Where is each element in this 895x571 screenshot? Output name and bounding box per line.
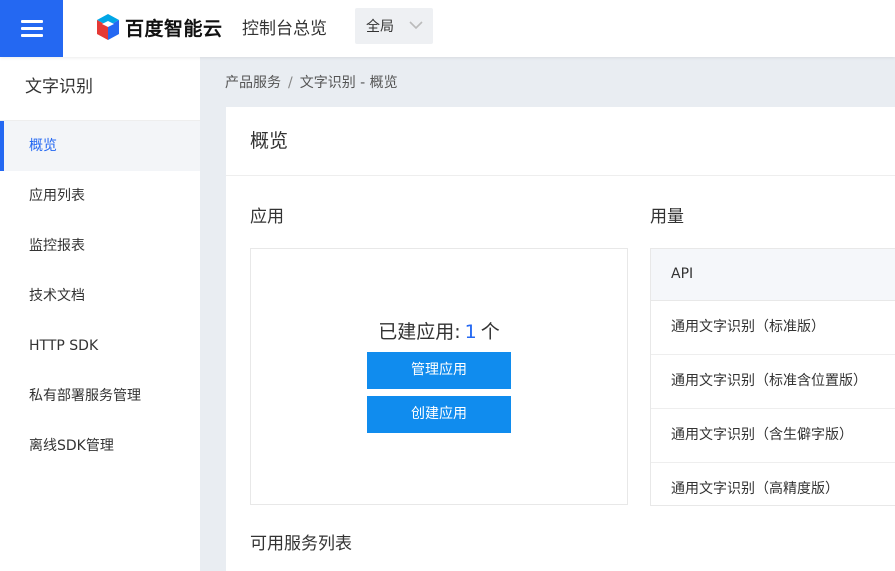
console-overview-link[interactable]: 控制台总览 [242, 14, 327, 39]
app-count-suffix: 个 [480, 321, 500, 343]
app-count: 已建应用: 1 个 [251, 317, 627, 344]
create-app-button[interactable]: 创建应用 [367, 396, 511, 433]
usage-table-row: 通用文字识别（高精度版） [651, 463, 895, 505]
services-list-title: 可用服务列表 [250, 534, 352, 554]
breadcrumb: 产品服务 / 文字识别 - 概览 [225, 72, 398, 92]
app-count-number[interactable]: 1 [465, 321, 477, 343]
cube-logo-icon [97, 14, 119, 40]
breadcrumb-separator: / [288, 75, 293, 91]
usage-table-header-api: API [651, 249, 895, 301]
region-select[interactable]: 全局 [355, 8, 433, 44]
sidebar-item-offline-sdk[interactable]: 离线SDK管理 [0, 421, 200, 471]
sidebar-item-app-list[interactable]: 应用列表 [0, 171, 200, 221]
sidebar-title: 文字识别 [0, 57, 200, 121]
logo-text: 百度智能云 [125, 17, 223, 40]
page-title: 概览 [226, 107, 895, 176]
breadcrumb-root-link[interactable]: 产品服务 [225, 75, 281, 91]
manage-app-button[interactable]: 管理应用 [367, 352, 511, 389]
sidebar-item-private-deploy[interactable]: 私有部署服务管理 [0, 371, 200, 421]
sidebar-item-overview[interactable]: 概览 [0, 121, 200, 171]
usage-table-row: 通用文字识别（标准含位置版） [651, 355, 895, 409]
chevron-down-icon [409, 21, 423, 30]
menu-button[interactable] [0, 0, 63, 57]
top-header: 百度智能云 控制台总览 全局 [0, 0, 895, 57]
logo[interactable]: 百度智能云 [95, 12, 223, 42]
app-summary-box: 已建应用: 1 个 管理应用 创建应用 [250, 248, 628, 505]
usage-table-row: 通用文字识别（标准版） [651, 301, 895, 355]
sidebar-item-tech-docs[interactable]: 技术文档 [0, 271, 200, 321]
usage-table-row: 通用文字识别（含生僻字版） [651, 409, 895, 463]
app-section-title: 应用 [250, 207, 284, 227]
overview-card: 概览 应用 用量 已建应用: 1 个 管理应用 创建应用 API 通用文字识别（标准… [226, 107, 895, 571]
breadcrumb-current: 文字识别 - 概览 [299, 75, 398, 91]
usage-table: API 通用文字识别（标准版） 通用文字识别（标准含位置版） 通用文字识别（含生… [650, 248, 895, 506]
app-count-prefix: 已建应用: [378, 321, 461, 343]
hamburger-icon [20, 19, 43, 38]
sidebar-item-http-sdk[interactable]: HTTP SDK [0, 321, 200, 371]
usage-section-title: 用量 [650, 207, 684, 227]
sidebar-item-monitor-report[interactable]: 监控报表 [0, 221, 200, 271]
region-select-label: 全局 [366, 19, 394, 35]
sidebar: 文字识别 概览 应用列表 监控报表 技术文档 HTTP SDK 私有部署服务管理… [0, 57, 200, 571]
